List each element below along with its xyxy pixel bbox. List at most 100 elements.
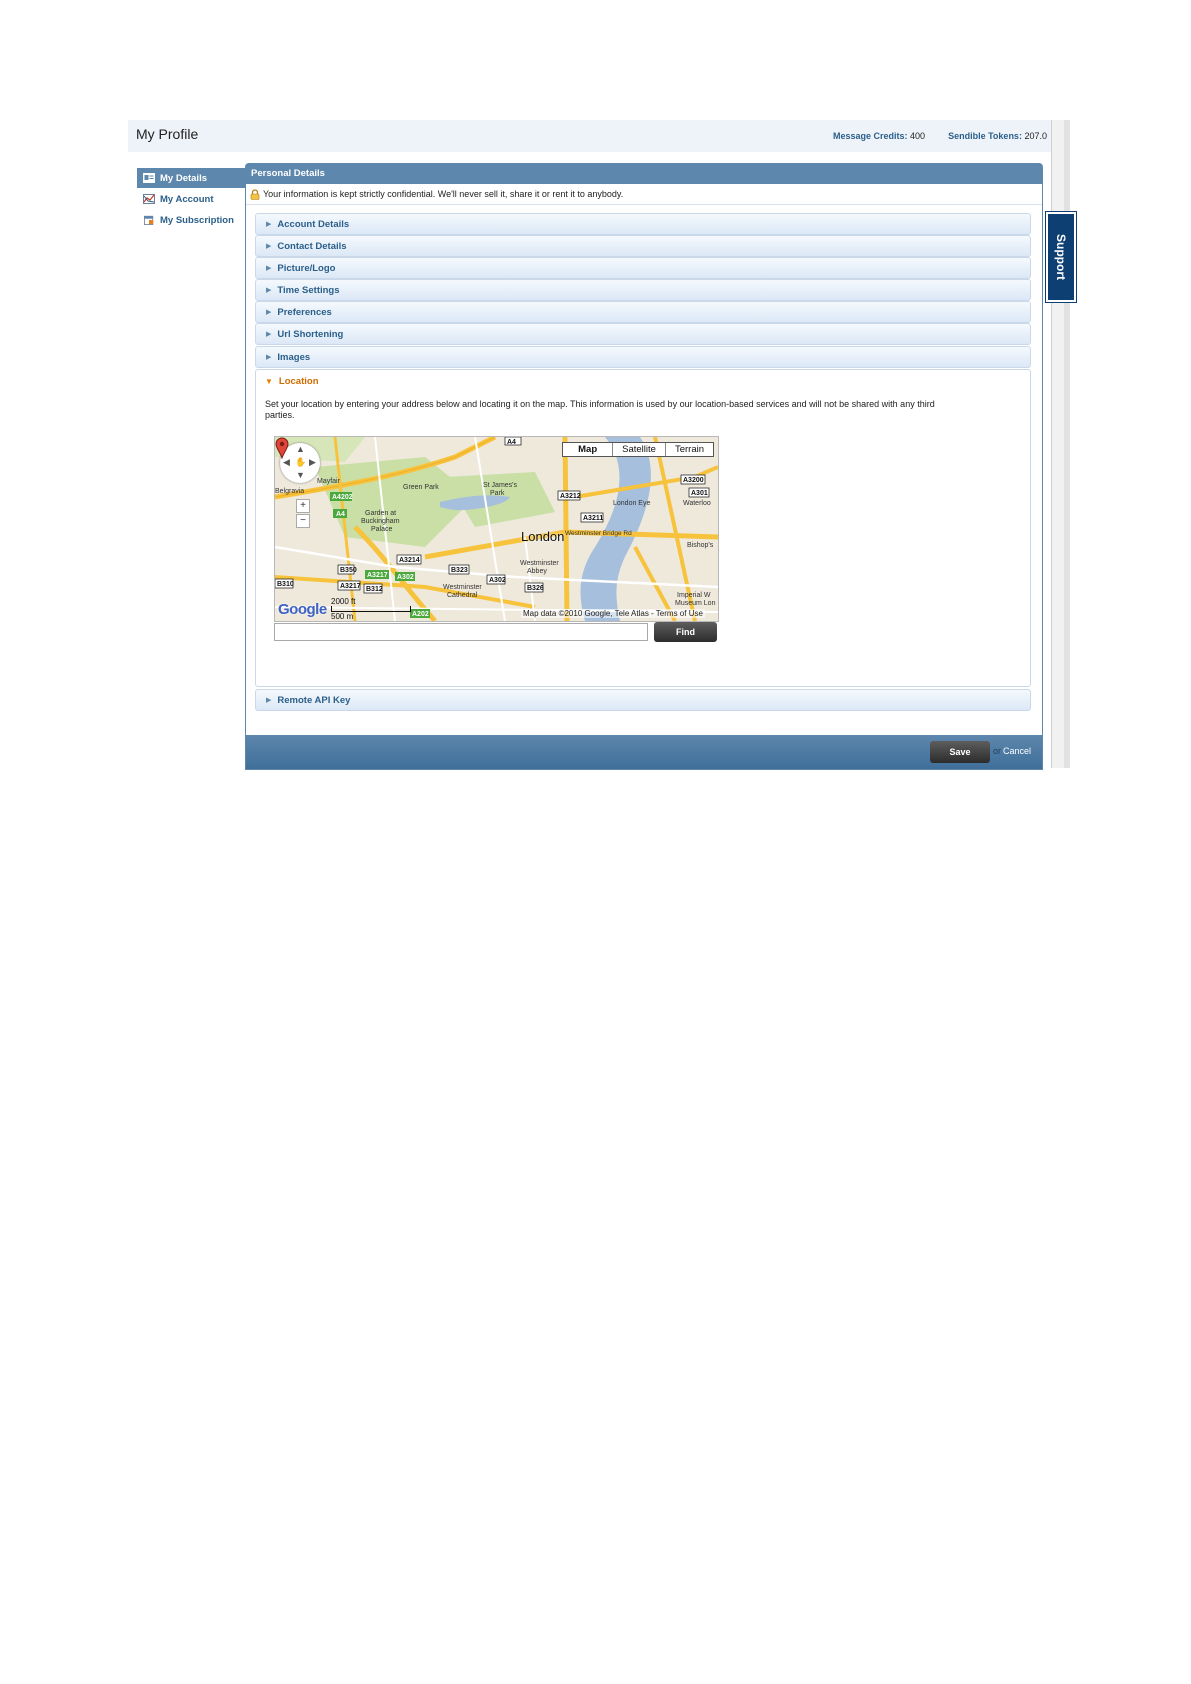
- personal-details-panel: Personal Details Your information is kep…: [245, 163, 1043, 770]
- svg-text:Westminster Bridge Rd: Westminster Bridge Rd: [565, 530, 632, 537]
- svg-text:A3214: A3214: [399, 557, 420, 564]
- section-remote-api-key[interactable]: ▶ Remote API Key: [255, 689, 1031, 711]
- map-type-map[interactable]: Map: [563, 443, 612, 456]
- svg-text:Museum Lon: Museum Lon: [675, 600, 716, 607]
- section-time-settings[interactable]: ▶ Time Settings: [255, 279, 1031, 301]
- svg-text:Cathedral: Cathedral: [447, 592, 478, 599]
- or-text: or: [993, 746, 1002, 756]
- svg-text:A301: A301: [691, 490, 708, 497]
- svg-text:A3200: A3200: [683, 477, 704, 484]
- map-pin-icon[interactable]: [275, 437, 289, 459]
- pan-down-icon: ▼: [296, 470, 305, 480]
- collapsed-arrow-icon: ▶: [266, 331, 272, 338]
- pan-up-icon: ▲: [296, 444, 305, 454]
- section-account-details[interactable]: ▶ Account Details: [255, 213, 1031, 235]
- svg-text:A4: A4: [336, 511, 345, 518]
- collapsed-arrow-icon: ▶: [266, 243, 272, 250]
- sidebar-item-my-subscription[interactable]: My Subscription: [137, 210, 245, 230]
- svg-text:A3217: A3217: [340, 583, 361, 590]
- collapsed-arrow-icon: ▶: [266, 221, 272, 228]
- sidebar-item-label: My Details: [160, 172, 207, 184]
- svg-text:A302: A302: [397, 574, 414, 581]
- message-credits-value: 400: [910, 131, 926, 141]
- section-label: Images: [277, 351, 311, 363]
- zoom-in-button[interactable]: +: [296, 499, 310, 513]
- svg-text:A3217: A3217: [367, 572, 388, 579]
- section-preferences[interactable]: ▶ Preferences: [255, 301, 1031, 323]
- section-label: Contact Details: [277, 240, 347, 252]
- credits-summary: Message Credits: 400 Sendible Tokens: 20…: [833, 131, 1047, 141]
- map-city-label: London: [521, 529, 565, 544]
- support-tab[interactable]: Support: [1046, 212, 1076, 302]
- sidebar-item-label: My Subscription: [160, 214, 234, 226]
- svg-text:Garden at: Garden at: [365, 510, 396, 517]
- section-location: ▼ Location Set your location by entering…: [255, 369, 1031, 687]
- svg-text:A202: A202: [412, 611, 429, 618]
- svg-text:B312: B312: [366, 586, 383, 593]
- notice-text: Your information is kept strictly confid…: [263, 189, 624, 199]
- map-scale: 2000 ft 500 m: [331, 597, 411, 621]
- section-images[interactable]: ▶ Images: [255, 346, 1031, 368]
- lock-icon: [250, 188, 260, 200]
- support-tab-label: Support: [1054, 234, 1068, 280]
- svg-text:Abbey: Abbey: [527, 568, 547, 575]
- location-map[interactable]: A4202 A4 A3217 A302 A202 A3212 A3211 A32…: [274, 436, 719, 622]
- svg-text:London Eye: London Eye: [613, 500, 650, 507]
- svg-text:Palace: Palace: [371, 526, 393, 533]
- panel-footer: Save or Cancel: [246, 735, 1042, 769]
- section-contact-details[interactable]: ▶ Contact Details: [255, 235, 1031, 257]
- calendar-icon: [144, 215, 154, 225]
- svg-text:Mayfair: Mayfair: [317, 478, 341, 485]
- message-credits-label: Message Credits:: [832, 131, 908, 141]
- sendible-tokens-label: Sendible Tokens:: [948, 131, 1022, 141]
- svg-text:B310: B310: [277, 581, 294, 588]
- map-tiles: A4202 A4 A3217 A302 A202 A3212 A3211 A32…: [275, 437, 718, 621]
- id-card-icon: [143, 173, 155, 183]
- map-type-terrain[interactable]: Terrain: [664, 443, 713, 456]
- svg-text:A4202: A4202: [332, 494, 353, 501]
- panel-title: Personal Details: [246, 164, 1042, 184]
- svg-text:Belgravia: Belgravia: [275, 488, 304, 495]
- map-attribution[interactable]: Map data ©2010 Google, Tele Atlas - Term…: [521, 609, 705, 618]
- section-label: Location: [278, 375, 319, 387]
- zoom-out-button[interactable]: −: [296, 514, 310, 528]
- account-chart-icon: [143, 194, 155, 204]
- svg-text:A3211: A3211: [583, 515, 603, 522]
- section-label: Preferences: [277, 306, 332, 318]
- confidentiality-notice: Your information is kept strictly confid…: [246, 184, 1042, 205]
- profile-window: My Profile Message Credits: 400 Sendible…: [128, 120, 1076, 770]
- svg-text:Bishop's: Bishop's: [687, 542, 714, 549]
- section-location-header[interactable]: ▼ Location: [256, 370, 1030, 392]
- section-url-shortening[interactable]: ▶ Url Shortening: [255, 323, 1031, 345]
- save-button[interactable]: Save: [930, 741, 990, 763]
- sidebar-item-label: My Account: [160, 193, 214, 205]
- svg-text:Imperial W: Imperial W: [677, 592, 711, 599]
- scale-ft: 2000 ft: [331, 597, 356, 606]
- sidebar-item-my-details[interactable]: My Details: [137, 168, 245, 188]
- map-type-control: Map Satellite Terrain: [562, 442, 714, 457]
- svg-text:Green Park: Green Park: [403, 484, 439, 491]
- section-picture-logo[interactable]: ▶ Picture/Logo: [255, 257, 1031, 279]
- collapsed-arrow-icon: ▶: [266, 697, 272, 704]
- section-label: Url Shortening: [277, 328, 344, 340]
- collapsed-arrow-icon: ▶: [266, 265, 272, 272]
- collapsed-arrow-icon: ▶: [266, 287, 272, 294]
- svg-text:Buckingham: Buckingham: [361, 518, 400, 525]
- sendible-tokens-value: 207.0: [1024, 131, 1047, 141]
- sidebar-nav: My Details My Account My Subscription: [137, 168, 245, 231]
- hand-icon: ✋: [295, 457, 307, 467]
- find-button[interactable]: Find: [654, 622, 717, 642]
- cancel-link[interactable]: Cancel: [1003, 746, 1031, 756]
- address-search-input[interactable]: [274, 623, 648, 641]
- map-type-satellite[interactable]: Satellite: [612, 443, 665, 456]
- sidebar-item-my-account[interactable]: My Account: [137, 189, 245, 209]
- svg-text:A4: A4: [507, 439, 516, 446]
- section-label: Picture/Logo: [277, 262, 336, 274]
- page-title: My Profile: [136, 126, 199, 142]
- svg-text:B323: B323: [451, 567, 468, 574]
- section-label: Time Settings: [277, 284, 340, 296]
- section-label: Remote API Key: [277, 694, 351, 706]
- svg-text:A302: A302: [489, 577, 506, 584]
- svg-text:Westminster: Westminster: [443, 584, 482, 591]
- svg-text:Park: Park: [490, 490, 505, 497]
